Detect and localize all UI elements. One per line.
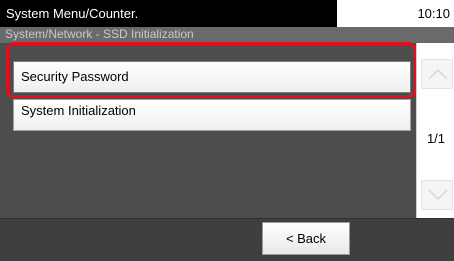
back-button[interactable]: < Back (262, 222, 350, 255)
bottom-bar: < Back (0, 218, 454, 261)
top-bar: System Menu/Counter. 10:10 (0, 0, 454, 27)
chevron-down-icon (428, 189, 448, 201)
list-item-security-password[interactable]: Security Password (13, 61, 411, 93)
breadcrumb: System/Network - SSD Initialization (0, 27, 454, 43)
menu-list: Security Password System Initialization (0, 43, 416, 218)
scroll-up-button[interactable] (421, 59, 453, 89)
scroll-down-button[interactable] (421, 180, 453, 210)
scrollbar: 1/1 (416, 43, 454, 218)
chevron-up-icon (428, 68, 448, 80)
main-screen: System/Network - SSD Initialization Secu… (0, 27, 454, 261)
list-item-system-initialization[interactable]: System Initialization (13, 99, 411, 131)
screen-title: System Menu/Counter. (0, 0, 337, 27)
clock: 10:10 (417, 6, 450, 21)
page-indicator: 1/1 (426, 131, 446, 146)
